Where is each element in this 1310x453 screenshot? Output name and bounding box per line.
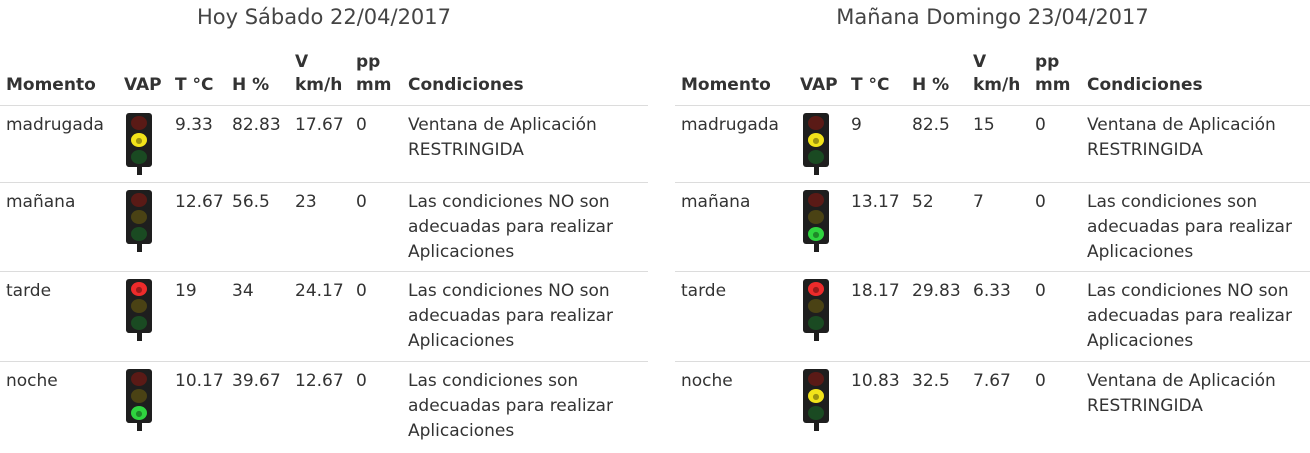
conditions-cell: Las condiciones NO son adecuadas para re… (1087, 281, 1292, 351)
wind-cell: 6.33 (973, 281, 1011, 301)
col-pp: pp mm (1035, 51, 1070, 97)
conditions-cell: Ventana de Aplicación RESTRINGIDA (408, 115, 597, 160)
table-row: mañana 12.67 56.5 23 0 Las condiciones N… (0, 183, 648, 272)
wind-cell: 24.17 (295, 281, 344, 301)
pp-cell: 0 (356, 371, 367, 391)
col-pp-unit: mm (356, 75, 392, 95)
traffic-light-icon: ● (801, 279, 831, 341)
conditions-cell: Las condiciones son adecuadas para reali… (408, 371, 613, 441)
col-wind-unit: km/h (295, 75, 343, 95)
svg-text:●: ● (813, 136, 820, 145)
wind-cell: 12.67 (295, 371, 344, 391)
conditions-cell: Ventana de Aplicación RESTRINGIDA (1087, 115, 1276, 160)
table-row: noche ● 10.17 39.67 12.67 0 Las condicio… (0, 362, 648, 452)
momento-cell: noche (681, 371, 733, 391)
wind-cell: 7.67 (973, 371, 1011, 391)
momento-cell: madrugada (6, 115, 104, 135)
hum-cell: 29.83 (912, 281, 961, 301)
pp-cell: 0 (356, 115, 367, 135)
momento-cell: madrugada (681, 115, 779, 135)
svg-text:●: ● (813, 392, 820, 401)
col-pp-label: pp (1035, 52, 1060, 72)
wind-cell: 7 (973, 192, 984, 212)
svg-text:●: ● (136, 136, 143, 145)
momento-cell: mañana (681, 192, 751, 212)
temp-cell: 9 (851, 115, 862, 135)
temp-cell: 10.83 (851, 371, 900, 391)
conditions-cell: Las condiciones NO son adecuadas para re… (408, 192, 613, 262)
col-hum: H % (912, 75, 950, 95)
momento-cell: noche (6, 371, 58, 391)
pp-cell: 0 (1035, 371, 1046, 391)
traffic-light-icon: ● (801, 369, 831, 431)
table-row: madrugada ● 9.33 82.83 17.67 0 Ventana d… (0, 106, 648, 183)
traffic-light-icon: ● (124, 369, 154, 431)
traffic-light-icon: ● (801, 113, 831, 175)
col-wind-unit: km/h (973, 75, 1021, 95)
col-vap: VAP (800, 75, 838, 95)
svg-text:●: ● (813, 230, 820, 239)
svg-text:●: ● (136, 409, 143, 418)
day-title: Mañana Domingo 23/04/2017 (836, 5, 1149, 29)
hum-cell: 52 (912, 192, 934, 212)
momento-cell: tarde (681, 281, 727, 301)
svg-text:●: ● (813, 285, 820, 294)
col-wind-label: V (973, 52, 987, 72)
temp-cell: 13.17 (851, 192, 900, 212)
hum-cell: 56.5 (232, 192, 270, 212)
hum-cell: 32.5 (912, 371, 950, 391)
conditions-cell: Las condiciones NO son adecuadas para re… (408, 281, 613, 351)
pp-cell: 0 (1035, 115, 1046, 135)
momento-cell: mañana (6, 192, 76, 212)
col-pp-label: pp (356, 52, 381, 72)
wind-cell: 17.67 (295, 115, 344, 135)
temp-cell: 9.33 (175, 115, 213, 135)
col-hum: H % (232, 75, 270, 95)
table-row: madrugada ● 9 82.5 15 0 Ventana de Aplic… (675, 106, 1310, 183)
temp-cell: 19 (175, 281, 197, 301)
col-momento: Momento (681, 75, 771, 95)
table-row: tarde ● 19 34 24.17 0 Las condiciones NO… (0, 272, 648, 362)
col-pp-unit: mm (1035, 75, 1071, 95)
table-header: Momento VAP T °C H % V km/h pp mm Condic… (675, 44, 1310, 106)
col-conditions: Condiciones (1087, 75, 1203, 95)
col-temp: T °C (851, 75, 890, 95)
temp-cell: 18.17 (851, 281, 900, 301)
hum-cell: 39.67 (232, 371, 281, 391)
col-wind: V km/h (973, 51, 1020, 97)
pp-cell: 0 (356, 192, 367, 212)
col-vap: VAP (124, 75, 162, 95)
pp-cell: 0 (356, 281, 367, 301)
table-row: mañana ● 13.17 52 7 0 Las condiciones so… (675, 183, 1310, 272)
col-temp: T °C (175, 75, 214, 95)
traffic-light-icon: ● (801, 190, 831, 252)
traffic-light-icon: ● (124, 279, 154, 341)
wind-cell: 23 (295, 192, 317, 212)
traffic-light-icon: ● (124, 113, 154, 175)
table-row: noche ● 10.83 32.5 7.67 0 Ventana de Apl… (675, 362, 1310, 452)
hum-cell: 82.5 (912, 115, 950, 135)
svg-text:●: ● (136, 285, 143, 294)
wind-cell: 15 (973, 115, 995, 135)
temp-cell: 10.17 (175, 371, 224, 391)
hum-cell: 34 (232, 281, 254, 301)
traffic-light-icon (124, 190, 154, 252)
conditions-cell: Ventana de Aplicación RESTRINGIDA (1087, 371, 1276, 416)
day-title: Hoy Sábado 22/04/2017 (196, 5, 452, 29)
col-wind-label: V (295, 52, 309, 72)
conditions-cell: Las condiciones son adecuadas para reali… (1087, 192, 1292, 262)
momento-cell: tarde (6, 281, 52, 301)
col-momento: Momento (6, 75, 96, 95)
table-row: tarde ● 18.17 29.83 6.33 0 Las condicion… (675, 272, 1310, 362)
pp-cell: 0 (1035, 192, 1046, 212)
col-wind: V km/h (295, 51, 342, 97)
temp-cell: 12.67 (175, 192, 224, 212)
table-header: Momento VAP T °C H % V km/h pp mm Condic… (0, 44, 648, 106)
pp-cell: 0 (1035, 281, 1046, 301)
hum-cell: 82.83 (232, 115, 281, 135)
col-pp: pp mm (356, 51, 391, 97)
col-conditions: Condiciones (408, 75, 524, 95)
